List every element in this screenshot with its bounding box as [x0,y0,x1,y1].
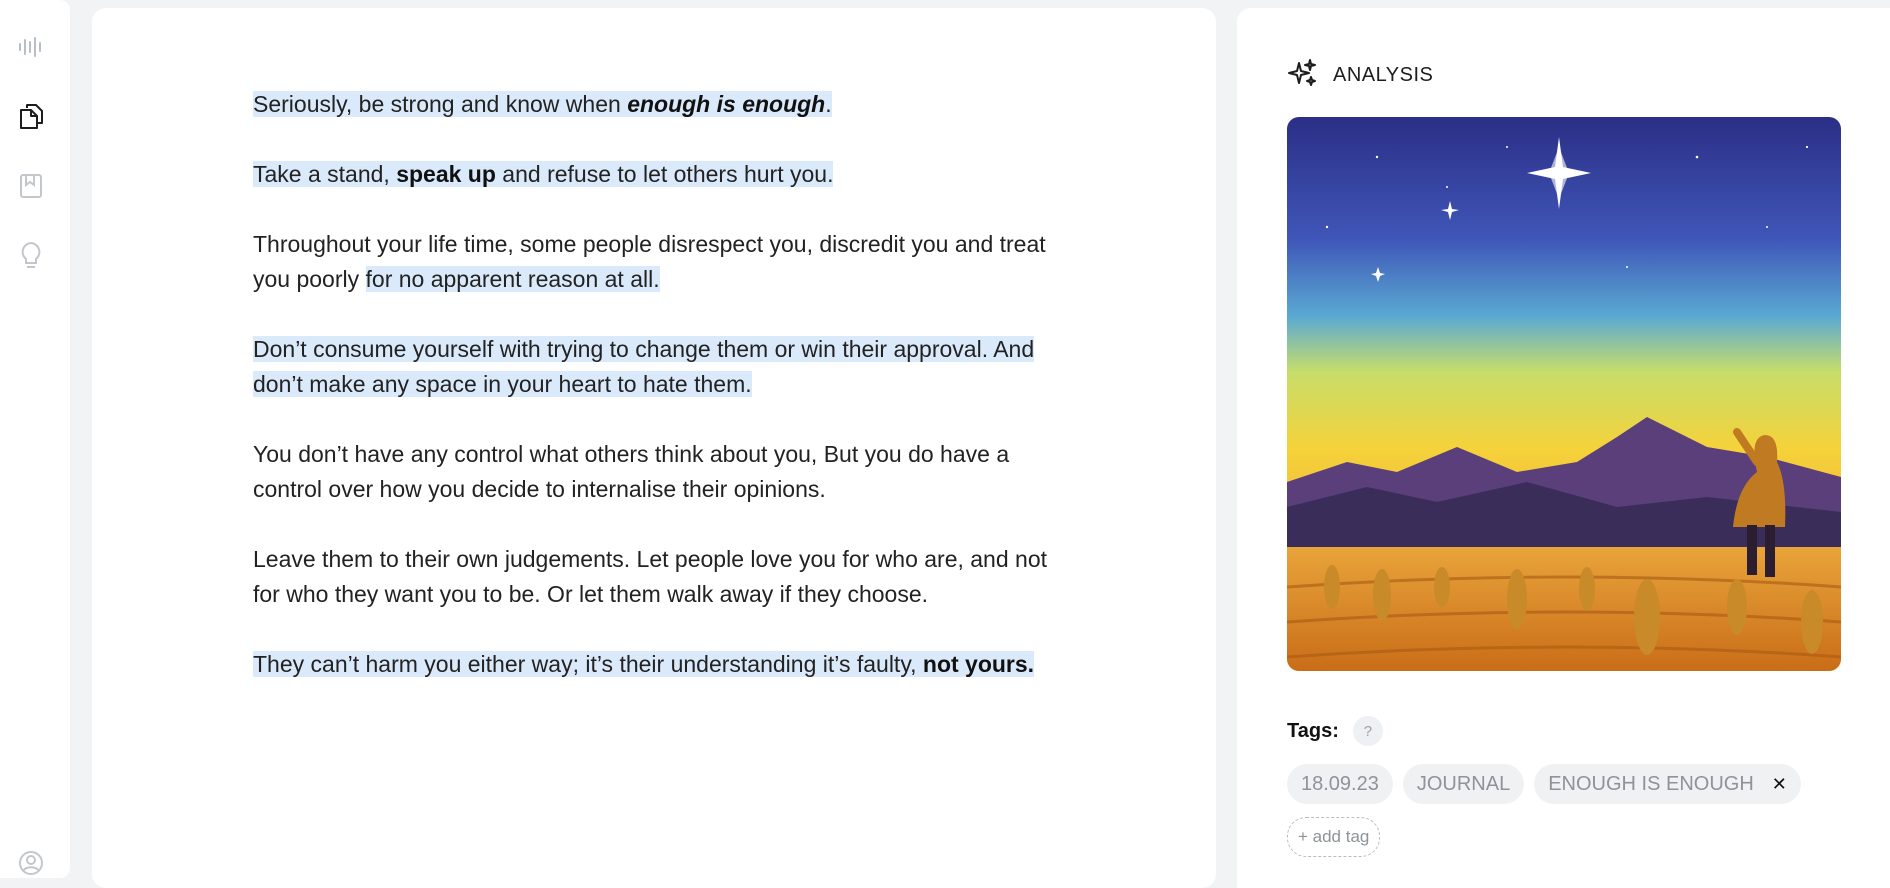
text-segment: Seriously, be strong and know when [253,91,628,117]
text-segment: enough is enough [627,91,826,117]
tag-label: JOURNAL [1416,772,1511,795]
highlighted-text: They can’t harm you either way; it’s the… [253,651,1035,677]
tag-chip[interactable]: ENOUGH IS ENOUGH ✕ [1534,764,1801,804]
text-segment: Take a stand, [253,161,397,187]
document-paragraph[interactable]: Throughout your life time, some people d… [253,227,1073,297]
sparkles-icon [1287,58,1317,93]
text-segment: not yours. [922,651,1035,677]
tags-help-button[interactable]: ? [1352,716,1383,746]
text-segment: speak up [396,161,496,187]
analysis-header: ANALYSIS [1287,58,1433,93]
paragraph-text: Throughout your life time, some people d… [253,231,1046,292]
tags-header: Tags: ? [1287,716,1383,746]
tags-label: Tags: [1287,719,1339,742]
document-paragraph[interactable]: You don’t have any control what others t… [253,437,1073,507]
editor-card: Seriously, be strong and know when enoug… [92,8,1216,888]
documents-icon[interactable] [16,101,46,131]
paragraph-text: You don’t have any control what others t… [253,441,1009,502]
tag-list: 18.09.23 JOURNAL ENOUGH IS ENOUGH ✕ [1287,764,1801,804]
document-paragraph[interactable]: Seriously, be strong and know when enoug… [253,87,1073,122]
profile-icon[interactable] [16,848,46,878]
analysis-illustration[interactable] [1287,117,1841,671]
text-segment: . [825,91,832,117]
tag-label: 18.09.23 [1301,772,1379,795]
highlighted-text: Seriously, be strong and know when enoug… [253,91,832,117]
sidebar-rail [0,0,70,878]
document-paragraph[interactable]: Take a stand, speak up and refuse to let… [253,157,1073,192]
analysis-title: ANALYSIS [1333,64,1434,86]
highlighted-text: Take a stand, speak up and refuse to let… [253,161,834,187]
tag-chip[interactable]: 18.09.23 [1287,764,1393,804]
document-paragraph[interactable]: Don’t consume yourself with trying to ch… [253,332,1073,402]
remove-tag-button[interactable]: ✕ [1772,774,1787,795]
text-segment: They can’t harm you either way; it’s the… [253,651,923,677]
text-segment: and refuse to let others hurt you. [495,161,834,187]
bookmark-icon[interactable] [16,171,46,201]
text-segment: for no apparent reason at all. [365,266,660,292]
document-paragraph[interactable]: They can’t harm you either way; it’s the… [253,647,1073,682]
analysis-panel: ANALYSIS Tags: ? 18.09.23 JOURNAL ENOUGH… [1237,8,1890,888]
text-segment: You don’t have any control what others t… [253,441,1010,502]
lightbulb-icon[interactable] [16,241,46,271]
text-segment: Leave them to their own judgements. Let … [253,546,1048,607]
tag-chip[interactable]: JOURNAL [1402,764,1525,804]
journal-document[interactable]: Seriously, be strong and know when enoug… [253,87,1073,717]
tag-label: ENOUGH IS ENOUGH [1548,772,1754,795]
waveform-icon[interactable] [16,32,46,62]
highlighted-text: Don’t consume yourself with trying to ch… [253,336,1035,397]
document-paragraph[interactable]: Leave them to their own judgements. Let … [253,542,1073,612]
paragraph-text: Leave them to their own judgements. Let … [253,546,1047,607]
add-tag-button[interactable]: + add tag [1287,817,1381,857]
text-segment: Don’t consume yourself with trying to ch… [253,336,1035,397]
